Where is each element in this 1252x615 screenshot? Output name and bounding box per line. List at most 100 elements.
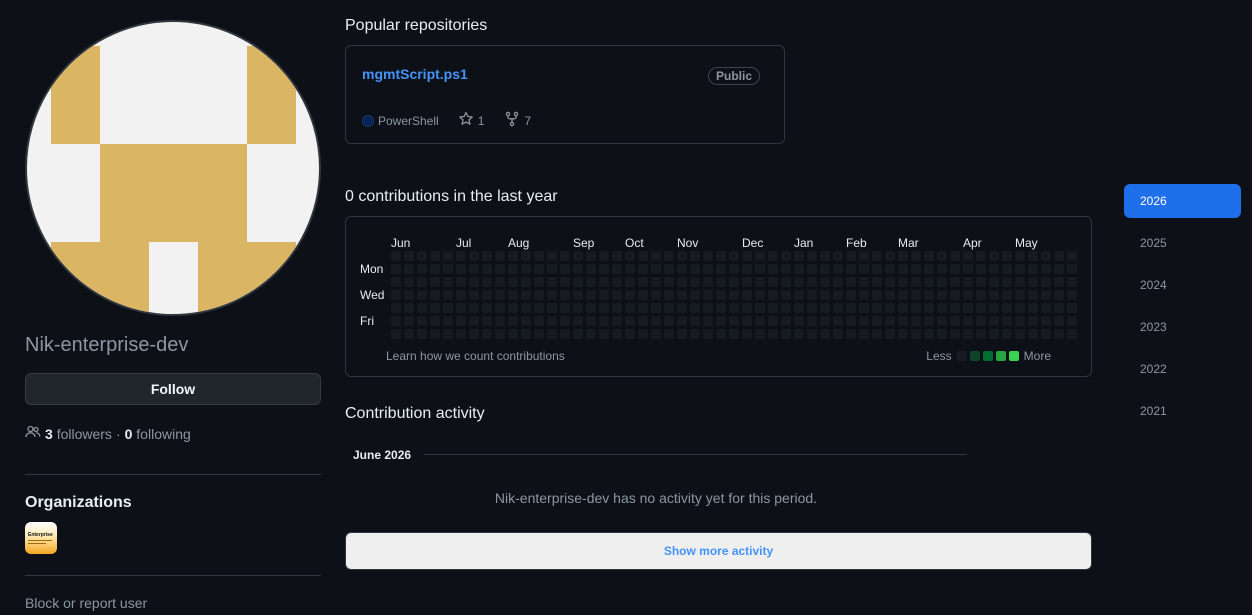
contribution-day-cell[interactable] <box>950 316 960 326</box>
contribution-day-cell[interactable] <box>872 251 882 261</box>
contribution-day-cell[interactable] <box>508 277 518 287</box>
contribution-day-cell[interactable] <box>599 303 609 313</box>
contribution-day-cell[interactable] <box>638 264 648 274</box>
contribution-day-cell[interactable] <box>885 303 895 313</box>
contribution-day-cell[interactable] <box>716 329 726 339</box>
contribution-day-cell[interactable] <box>417 277 427 287</box>
contribution-day-cell[interactable] <box>508 329 518 339</box>
contribution-day-cell[interactable] <box>391 290 401 300</box>
contribution-day-cell[interactable] <box>404 290 414 300</box>
contribution-day-cell[interactable] <box>1067 303 1077 313</box>
contribution-day-cell[interactable] <box>612 316 622 326</box>
contribution-day-cell[interactable] <box>1002 329 1012 339</box>
contribution-day-cell[interactable] <box>495 251 505 261</box>
contribution-day-cell[interactable] <box>495 277 505 287</box>
contribution-day-cell[interactable] <box>560 303 570 313</box>
contribution-day-cell[interactable] <box>664 303 674 313</box>
contribution-day-cell[interactable] <box>963 290 973 300</box>
contribution-day-cell[interactable] <box>508 264 518 274</box>
contribution-day-cell[interactable] <box>495 316 505 326</box>
contribution-day-cell[interactable] <box>586 264 596 274</box>
contribution-day-cell[interactable] <box>924 316 934 326</box>
contribution-day-cell[interactable] <box>898 277 908 287</box>
contribution-day-cell[interactable] <box>482 264 492 274</box>
contribution-day-cell[interactable] <box>469 316 479 326</box>
contribution-day-cell[interactable] <box>560 329 570 339</box>
contribution-day-cell[interactable] <box>1002 264 1012 274</box>
stars-link[interactable]: 1 <box>458 111 484 130</box>
contribution-day-cell[interactable] <box>638 277 648 287</box>
contribution-day-cell[interactable] <box>911 277 921 287</box>
contribution-day-cell[interactable] <box>768 251 778 261</box>
year-button-2026[interactable]: 2026 <box>1124 184 1241 218</box>
contribution-day-cell[interactable] <box>599 264 609 274</box>
contribution-day-cell[interactable] <box>521 290 531 300</box>
contribution-day-cell[interactable] <box>794 316 804 326</box>
contribution-day-cell[interactable] <box>1028 290 1038 300</box>
contribution-day-cell[interactable] <box>625 290 635 300</box>
year-button-2025[interactable]: 2025 <box>1124 226 1241 260</box>
contribution-day-cell[interactable] <box>872 290 882 300</box>
contribution-day-cell[interactable] <box>1067 290 1077 300</box>
contribution-day-cell[interactable] <box>690 303 700 313</box>
contribution-day-cell[interactable] <box>690 329 700 339</box>
contribution-day-cell[interactable] <box>612 251 622 261</box>
contribution-day-cell[interactable] <box>1041 251 1051 261</box>
contribution-day-cell[interactable] <box>924 264 934 274</box>
contribution-day-cell[interactable] <box>1054 329 1064 339</box>
contribution-day-cell[interactable] <box>677 290 687 300</box>
contribution-day-cell[interactable] <box>469 277 479 287</box>
contribution-day-cell[interactable] <box>898 251 908 261</box>
contribution-day-cell[interactable] <box>989 277 999 287</box>
contribution-day-cell[interactable] <box>898 303 908 313</box>
contribution-day-cell[interactable] <box>781 277 791 287</box>
contribution-day-cell[interactable] <box>781 290 791 300</box>
follow-button[interactable]: Follow <box>25 373 321 405</box>
contribution-day-cell[interactable] <box>729 264 739 274</box>
contribution-day-cell[interactable] <box>443 277 453 287</box>
contribution-day-cell[interactable] <box>1002 316 1012 326</box>
contribution-day-cell[interactable] <box>521 329 531 339</box>
contribution-day-cell[interactable] <box>963 277 973 287</box>
forks-link[interactable]: 7 <box>504 111 531 130</box>
contribution-day-cell[interactable] <box>1028 251 1038 261</box>
contribution-day-cell[interactable] <box>1015 290 1025 300</box>
contribution-day-cell[interactable] <box>560 251 570 261</box>
contribution-day-cell[interactable] <box>833 290 843 300</box>
contribution-day-cell[interactable] <box>560 264 570 274</box>
contribution-day-cell[interactable] <box>742 316 752 326</box>
contribution-day-cell[interactable] <box>937 303 947 313</box>
contribution-day-cell[interactable] <box>391 303 401 313</box>
contribution-day-cell[interactable] <box>573 329 583 339</box>
contribution-day-cell[interactable] <box>1067 251 1077 261</box>
contribution-day-cell[interactable] <box>677 329 687 339</box>
contribution-day-cell[interactable] <box>651 303 661 313</box>
contribution-day-cell[interactable] <box>820 303 830 313</box>
contribution-day-cell[interactable] <box>547 303 557 313</box>
contribution-day-cell[interactable] <box>1041 329 1051 339</box>
contribution-day-cell[interactable] <box>521 303 531 313</box>
contribution-day-cell[interactable] <box>456 251 466 261</box>
contribution-day-cell[interactable] <box>404 251 414 261</box>
contribution-day-cell[interactable] <box>950 277 960 287</box>
contribution-day-cell[interactable] <box>560 277 570 287</box>
contribution-day-cell[interactable] <box>781 316 791 326</box>
contribution-day-cell[interactable] <box>417 251 427 261</box>
contribution-day-cell[interactable] <box>859 264 869 274</box>
contribution-day-cell[interactable] <box>1002 290 1012 300</box>
contribution-day-cell[interactable] <box>781 264 791 274</box>
contribution-day-cell[interactable] <box>703 329 713 339</box>
contribution-day-cell[interactable] <box>586 303 596 313</box>
contribution-day-cell[interactable] <box>534 329 544 339</box>
contribution-day-cell[interactable] <box>937 316 947 326</box>
contribution-day-cell[interactable] <box>404 316 414 326</box>
contribution-day-cell[interactable] <box>859 251 869 261</box>
contribution-day-cell[interactable] <box>768 277 778 287</box>
contribution-day-cell[interactable] <box>430 329 440 339</box>
contribution-day-cell[interactable] <box>911 316 921 326</box>
block-report-link[interactable]: Block or report user <box>25 595 147 611</box>
contribution-day-cell[interactable] <box>430 290 440 300</box>
contribution-day-cell[interactable] <box>1002 251 1012 261</box>
year-button-2023[interactable]: 2023 <box>1124 310 1241 344</box>
contribution-day-cell[interactable] <box>469 251 479 261</box>
